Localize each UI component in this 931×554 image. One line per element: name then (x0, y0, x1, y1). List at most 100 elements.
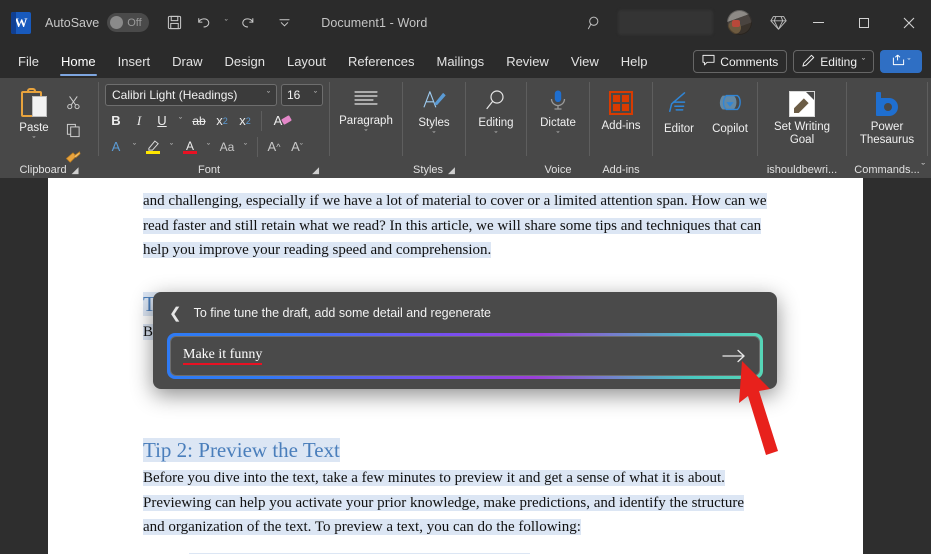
tab-review[interactable]: Review (496, 50, 559, 73)
tab-references[interactable]: References (338, 50, 424, 73)
word-logo: W (11, 11, 31, 34)
set-writing-goal-button[interactable]: Set Writing Goal (762, 83, 842, 147)
ribbon-group-addins: Add-ins Add-ins (590, 78, 652, 178)
autosave-label: AutoSave (45, 15, 100, 30)
maximize-icon[interactable] (841, 0, 886, 45)
tab-insert[interactable]: Insert (108, 50, 161, 73)
styles-dialog-launcher-icon[interactable]: ◢ (448, 165, 455, 176)
grow-font-button[interactable]: A ^ (263, 135, 285, 158)
editing-mode-button[interactable]: Editing ˇ (793, 50, 874, 73)
tab-layout[interactable]: Layout (277, 50, 336, 73)
paste-icon (19, 88, 49, 120)
editing-button[interactable]: Editing ˇ (468, 83, 524, 140)
chevron-left-icon[interactable]: ❮ (167, 306, 184, 321)
comments-button[interactable]: Comments (693, 50, 788, 73)
font-format-row-2: A ˇ ˇ A ˇ Aa ˇ A ^ A ˇ (105, 135, 323, 158)
italic-button[interactable]: I (128, 109, 150, 132)
customize-quick-access-chevron-down-icon[interactable] (269, 9, 299, 37)
underline-chevron-down-icon[interactable]: ˇ (174, 109, 187, 132)
share-chevron-down-icon: ˇ (907, 56, 911, 67)
styles-button[interactable]: Styles ˇ (406, 83, 462, 140)
font-dialog-launcher-icon[interactable]: ◢ (312, 165, 319, 176)
search-icon[interactable] (578, 0, 612, 45)
cut-button[interactable] (60, 89, 86, 115)
bold-button[interactable]: B (105, 109, 127, 132)
tab-view[interactable]: View (561, 50, 609, 73)
document-canvas[interactable]: and challenging, especially if we have a… (0, 178, 931, 554)
ribbon-group-thesaurus: Power Thesaurus Commands... (847, 78, 927, 178)
ribbon-group-font: Calibri Light (Headings) ˇ 16 ˇ B I U ˇ … (99, 78, 329, 178)
font-color-chevron-down-icon[interactable]: ˇ (202, 135, 215, 158)
dictate-button[interactable]: Dictate ˇ (530, 83, 586, 141)
addins-button[interactable]: Add-ins (593, 83, 649, 133)
styles-label: Styles (418, 117, 450, 130)
font-size-chevron-down-icon[interactable]: ˇ (314, 90, 317, 100)
share-button[interactable]: ˇ (880, 50, 922, 73)
share-icon (892, 53, 905, 71)
editing-chevron-down-icon: ˇ (862, 56, 865, 67)
ribbon-group-label-writing-goal: ishouldbewri... (766, 164, 838, 176)
pencil-icon (802, 54, 815, 70)
diamond-icon[interactable] (760, 0, 796, 45)
font-color-button[interactable]: A (179, 135, 201, 158)
redo-icon[interactable] (233, 9, 263, 37)
title-bar: W AutoSave Off ˇ Document1 - Word (0, 0, 931, 45)
tab-draw[interactable]: Draw (162, 50, 212, 73)
paste-button[interactable]: Paste ˇ (8, 85, 60, 171)
tab-home[interactable]: Home (51, 50, 106, 76)
clipboard-dialog-launcher-icon[interactable]: ◢ (72, 165, 79, 176)
undo-dropdown-chevron-down-icon[interactable]: ˇ (219, 9, 233, 37)
tab-help[interactable]: Help (611, 50, 658, 73)
ribbon-separator-10 (927, 82, 928, 156)
editor-button[interactable]: Editor (654, 83, 704, 136)
font-size-input[interactable]: 16 ˇ (281, 84, 323, 106)
change-case-button[interactable]: Aa (216, 135, 238, 158)
minimize-icon[interactable] (796, 0, 841, 45)
dictate-chevron-down-icon: ˇ (556, 130, 560, 141)
arrow-right-icon[interactable] (721, 348, 747, 364)
styles-group-label: Styles (413, 164, 444, 176)
close-icon[interactable] (886, 0, 931, 45)
word-window: W AutoSave Off ˇ Document1 - Word File H… (0, 0, 931, 554)
copilot-prompt-input[interactable]: Make it funny (170, 336, 760, 376)
save-icon[interactable] (159, 9, 189, 37)
paragraph-button[interactable]: Paragraph ˇ (331, 83, 401, 139)
clear-formatting-button[interactable]: A (267, 109, 292, 132)
copy-button[interactable] (60, 117, 86, 143)
ribbon-group-label-thesaurus: Commands... (854, 164, 920, 176)
preview-steps-list: Look at the title, subtitle, author, and… (189, 549, 768, 554)
paragraph-chevron-down-icon: ˇ (364, 128, 368, 139)
tab-design[interactable]: Design (215, 50, 275, 73)
font-row-separator-2 (257, 136, 258, 157)
change-case-chevron-down-icon[interactable]: ˇ (239, 135, 252, 158)
highlight-chevron-down-icon[interactable]: ˇ (165, 135, 178, 158)
document-title: Document1 - Word (321, 15, 428, 30)
copilot-prompt-hint: To fine tune the draft, add some detail … (193, 306, 492, 320)
copilot-prompt-value: Make it funny (183, 347, 263, 366)
ribbon-group-clipboard: Paste ˇ Clipboard ◢ (0, 78, 98, 178)
underline-button[interactable]: U (151, 109, 173, 132)
ribbon-group-editing: Editing ˇ (466, 78, 526, 178)
highlight-color-swatch (146, 151, 160, 154)
highlight-button[interactable] (142, 135, 164, 158)
font-name-input[interactable]: Calibri Light (Headings) ˇ (105, 84, 277, 106)
undo-icon[interactable] (189, 9, 219, 37)
copilot-button[interactable]: Copilot (704, 83, 756, 136)
text-effects-button[interactable]: A (105, 135, 127, 158)
strikethrough-button[interactable]: ab (188, 109, 210, 132)
tab-file[interactable]: File (8, 50, 49, 73)
text-effects-chevron-down-icon[interactable]: ˇ (128, 135, 141, 158)
collapse-ribbon-chevron-down-icon[interactable]: ˇ (921, 162, 925, 174)
magnifier-icon (484, 89, 508, 115)
subscript-button[interactable]: x2 (211, 109, 233, 132)
tab-mailings[interactable]: Mailings (427, 50, 495, 73)
power-thesaurus-button[interactable]: Power Thesaurus (850, 83, 924, 147)
copilot-refine-dialog[interactable]: ❮ To fine tune the draft, add some detai… (153, 292, 777, 389)
font-name-chevron-down-icon[interactable]: ˇ (267, 90, 270, 100)
autosave-toggle[interactable]: Off (107, 13, 150, 32)
editor-label: Editor (663, 123, 695, 136)
title-bar-right (578, 0, 931, 45)
avatar[interactable] (727, 10, 752, 35)
superscript-button[interactable]: x2 (234, 109, 256, 132)
shrink-font-button[interactable]: Aˇ (286, 135, 308, 158)
